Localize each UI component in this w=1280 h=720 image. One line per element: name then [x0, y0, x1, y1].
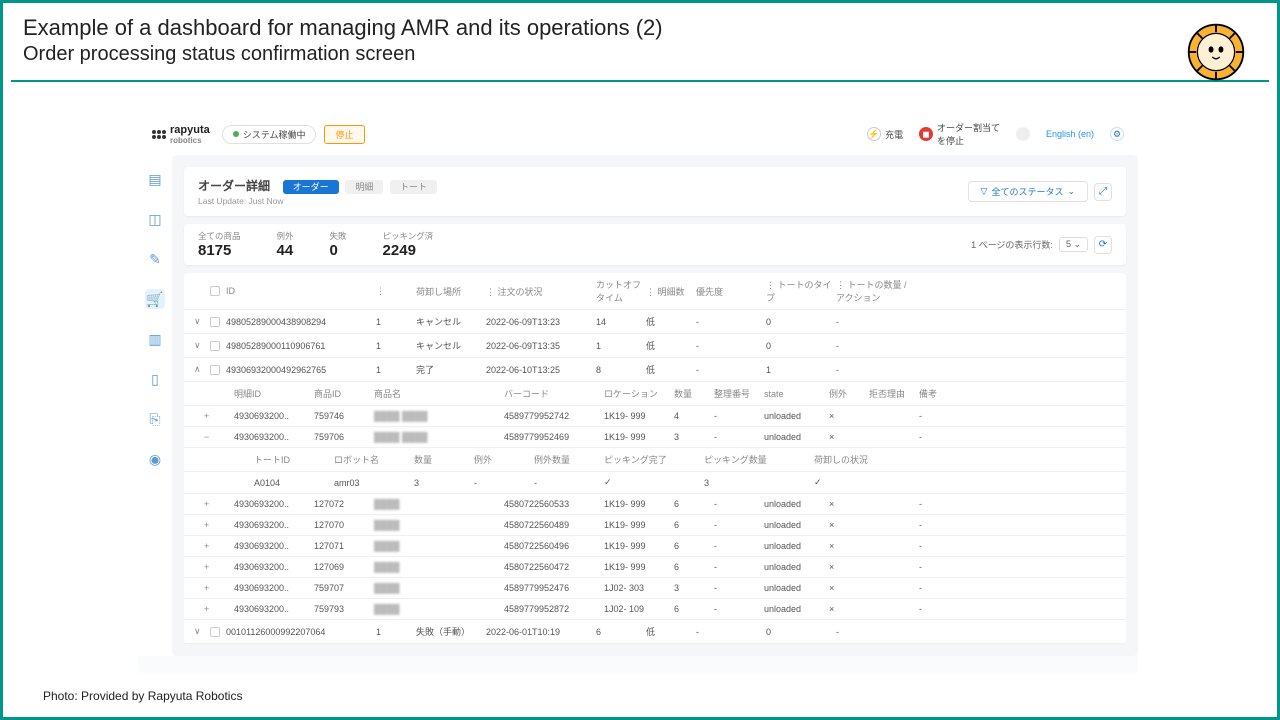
settings-icon[interactable]: ⚙ — [1110, 127, 1124, 141]
status-filter[interactable]: ▽全てのステータス⌄ — [968, 181, 1088, 202]
table-row[interactable]: ∨498052890001109067611キャンセル2022-06-09T13… — [184, 334, 1126, 358]
expand-icon[interactable]: + — [204, 499, 234, 509]
page-title: オーダー詳細 — [198, 179, 270, 193]
sidebar-item-6[interactable]: ▯ — [145, 369, 165, 389]
sidebar-item-5[interactable]: ▥ — [145, 329, 165, 349]
expand-icon[interactable]: + — [204, 520, 234, 530]
expand-icon[interactable]: ∧ — [194, 364, 210, 375]
topbar: rapyutarobotics システム稼働中 停止 ⚡ 充電 ◼ オーダー割当… — [138, 113, 1138, 155]
expand-icon[interactable]: + — [204, 541, 234, 551]
charge-icon: ⚡ — [867, 127, 881, 141]
photo-credit: Photo: Provided by Rapyuta Robotics — [43, 689, 242, 703]
dashboard-screenshot: rapyutarobotics システム稼働中 停止 ⚡ 充電 ◼ オーダー割当… — [138, 113, 1138, 673]
sidebar-item-2[interactable]: ◫ — [145, 209, 165, 229]
sidebar-item-7[interactable]: ⎘ — [145, 409, 165, 429]
lion-logo-icon — [1185, 21, 1247, 83]
expand-icon[interactable]: + — [204, 411, 234, 421]
stat-picked: 2249 — [383, 242, 434, 259]
expand-icon[interactable]: + — [204, 583, 234, 593]
tab-detail[interactable]: 明細 — [345, 180, 383, 194]
detail-row[interactable]: +4930693200..759707████45897799524761J02… — [184, 578, 1126, 599]
detail-row[interactable]: +4930693200..127069████45807225604721K19… — [184, 557, 1126, 578]
filter-icon: ▽ — [981, 186, 988, 197]
row-checkbox[interactable] — [210, 627, 220, 637]
sidebar-item-orders[interactable]: 🛒 — [145, 289, 165, 309]
system-status-badge: システム稼働中 — [222, 125, 317, 144]
tab-order[interactable]: オーダー — [283, 180, 339, 194]
sidebar-item-3[interactable]: ✎ — [145, 249, 165, 269]
stop-icon: ◼ — [919, 127, 933, 141]
user-avatar-icon[interactable] — [1016, 127, 1030, 141]
expand-icon[interactable]: − — [204, 432, 234, 442]
detail-row[interactable]: +4930693200..127072████45807225605331K19… — [184, 494, 1126, 515]
row-checkbox[interactable] — [210, 341, 220, 351]
stats-bar: 全ての商品8175 例外44 失敗0 ピッキング済2249 1 ページの表示行数… — [184, 224, 1126, 265]
charge-button[interactable]: ⚡ 充電 — [867, 127, 903, 141]
expand-icon[interactable]: + — [204, 562, 234, 572]
last-updated: Last Update: Just Now — [198, 196, 441, 206]
rows-per-page[interactable]: 5 ⌄ — [1059, 237, 1088, 252]
chevron-down-icon: ⌄ — [1067, 186, 1075, 197]
detail-row[interactable]: +4930693200..127070████45807225604891K19… — [184, 515, 1126, 536]
expand-button[interactable]: ⤢ — [1094, 183, 1112, 201]
orders-table: ID⋮ 荷卸し場所⋮ 注文の状況 カットオフタイム⋮ 明細数 優先度⋮ トートの… — [184, 273, 1126, 644]
table-row[interactable]: ∧493069320004929627651完了2022-06-10T13:25… — [184, 358, 1126, 382]
tab-tote[interactable]: トート — [390, 180, 437, 194]
stat-exceptions: 44 — [277, 242, 294, 259]
detail-row[interactable]: +4930693200..759793████45897799528721J02… — [184, 599, 1126, 620]
stat-total: 8175 — [198, 242, 241, 259]
detail-header: 明細ID商品ID商品名バーコードロケーション数量整理番号state例外拒否理由備… — [184, 382, 1126, 406]
sidebar-item-8[interactable]: ◉ — [145, 449, 165, 469]
expand-icon[interactable]: + — [204, 604, 234, 614]
stat-failed: 0 — [330, 242, 347, 259]
expand-icon[interactable]: ∨ — [194, 340, 210, 351]
stop-button[interactable]: 停止 — [324, 125, 364, 144]
refresh-button[interactable]: ⟳ — [1094, 236, 1112, 254]
tote-row: A0104amr033--✓3✓ — [184, 472, 1126, 494]
expand-icon[interactable]: ∨ — [194, 316, 210, 327]
divider — [11, 80, 1269, 82]
detail-row[interactable]: +4930693200..127071████45807225604961K19… — [184, 536, 1126, 557]
row-checkbox[interactable] — [210, 317, 220, 327]
slide-title: Example of a dashboard for managing AMR … — [23, 15, 1257, 41]
checkbox-all[interactable] — [210, 286, 220, 296]
language-select[interactable]: English (en) — [1046, 129, 1094, 139]
sidebar-item-1[interactable]: ▤ — [145, 169, 165, 189]
table-row[interactable]: ∨ 001011260009922070641失敗（手動）2022-06-01T… — [184, 620, 1126, 644]
sidebar: ▤ ◫ ✎ 🛒 ▥ ▯ ⎘ ◉ — [138, 155, 172, 656]
table-row[interactable]: ∨498052890004389082941キャンセル2022-06-09T13… — [184, 310, 1126, 334]
table-header: ID⋮ 荷卸し場所⋮ 注文の状況 カットオフタイム⋮ 明細数 優先度⋮ トートの… — [184, 273, 1126, 310]
tote-header: トートIDロボット名数量例外例外数量ピッキング完了ピッキング数量荷卸しの状況 — [184, 448, 1126, 472]
slide-subtitle: Order processing status confirmation scr… — [23, 43, 1257, 66]
order-assign-stop-button[interactable]: ◼ オーダー割当てを停止 — [919, 121, 1000, 147]
brand-logo[interactable]: rapyutarobotics — [152, 124, 210, 145]
detail-row[interactable]: +4930693200..759746████ ████458977995274… — [184, 406, 1126, 427]
expand-icon[interactable]: ∨ — [194, 626, 210, 637]
row-checkbox[interactable] — [210, 365, 220, 375]
detail-row[interactable]: −4930693200..759706████ ████458977995246… — [184, 427, 1126, 448]
